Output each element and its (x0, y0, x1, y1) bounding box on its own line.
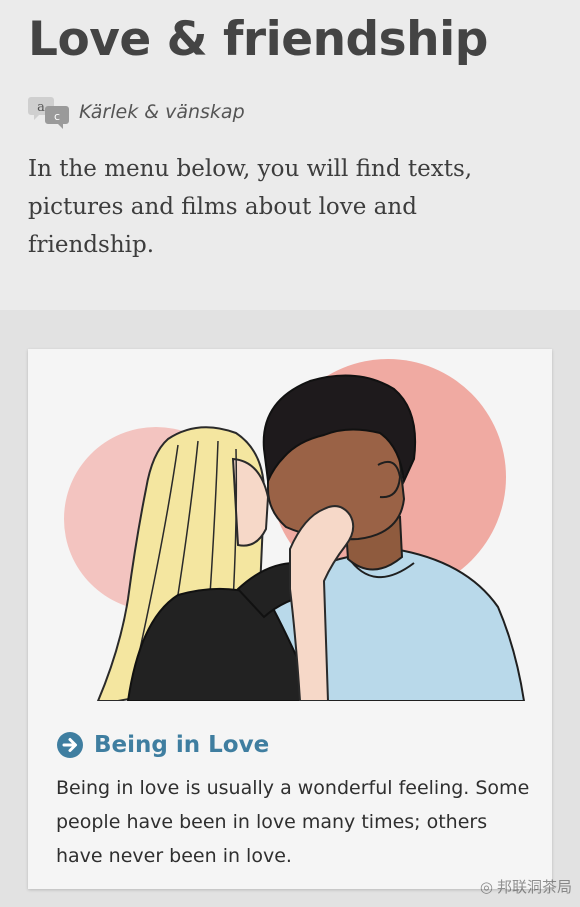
intro-text: In the menu below, you will find texts, … (28, 156, 473, 258)
page-title: Love & friendship (28, 12, 488, 67)
watermark-logo-icon: ◎ (479, 877, 493, 896)
language-switch[interactable]: a c Kärlek & vänskap (28, 94, 245, 130)
svg-text:c: c (54, 110, 60, 123)
article-title[interactable]: Being in Love (94, 732, 269, 758)
arrow-right-circle-icon (56, 731, 84, 759)
article-link[interactable]: Being in Love (56, 731, 269, 759)
watermark-text: 邦联洞茶局 (496, 878, 572, 896)
svg-text:a: a (37, 100, 45, 115)
page: Love & friendship a c Kärlek & vänskap I… (0, 0, 580, 907)
watermark: ◎ 邦联洞茶局 (480, 876, 572, 897)
language-label[interactable]: Kärlek & vänskap (79, 101, 245, 123)
couple-kissing-illustration[interactable] (28, 349, 552, 701)
article-card[interactable]: Being in Love Being in love is usually a… (28, 349, 552, 889)
article-description: Being in love is usually a wonderful fee… (56, 777, 530, 867)
translate-icon: a c (28, 94, 74, 130)
page-header: Love & friendship a c Kärlek & vänskap I… (0, 0, 580, 310)
